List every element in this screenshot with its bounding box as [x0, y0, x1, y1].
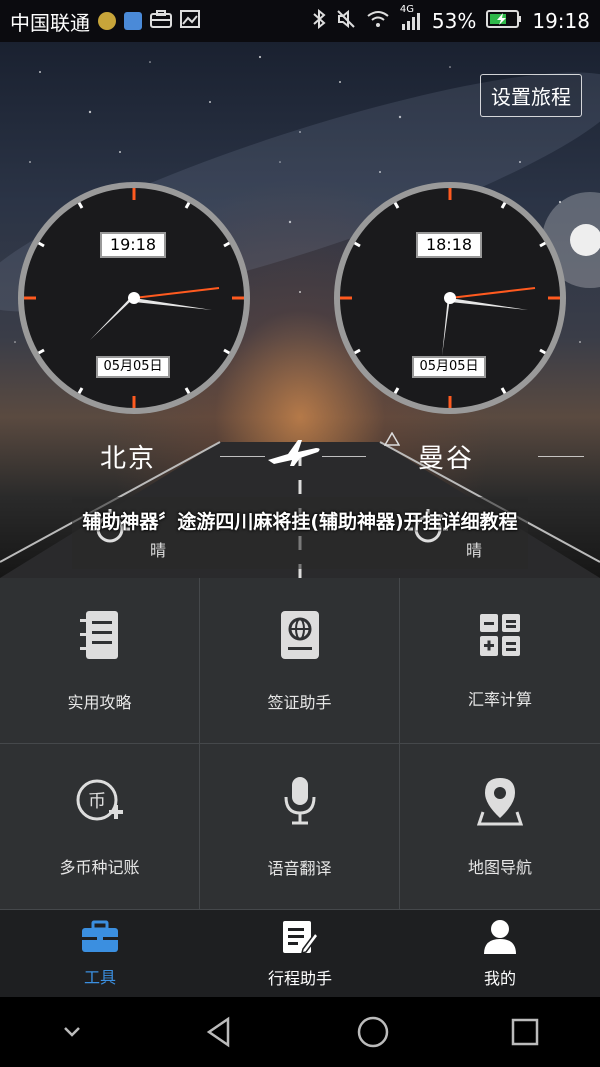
calculator-icon: [480, 613, 520, 656]
digital-time-beijing: 19:18: [100, 232, 166, 258]
status-bar: 中国联通 4G 53% 19:18: [0, 0, 600, 42]
tab-label: 行程助手: [267, 968, 332, 988]
edit-note-icon: [283, 920, 319, 954]
clock-face-icon: [334, 182, 566, 414]
system-navigation-bar: [0, 997, 600, 1067]
tool-label: 语音翻译: [267, 858, 332, 878]
hero-background: 设置旅程 19:18 05月05日 18:18 05月05日 北京 曼谷 晴 晴…: [0, 42, 600, 578]
city-destination: 曼谷: [418, 444, 475, 474]
tool-label: 多币种记账: [59, 857, 140, 877]
microphone-icon: [284, 776, 315, 824]
map-pin-icon: [477, 777, 523, 825]
clock-beijing: 19:18 05月05日: [16, 180, 252, 416]
app-notification-icon: [98, 12, 116, 30]
tool-label: 实用攻略: [67, 692, 132, 712]
home-icon[interactable]: [356, 1015, 390, 1049]
set-itinerary-button[interactable]: 设置旅程: [480, 74, 582, 117]
overlay-caption: 辅助神器〞途游四川麻将挂(辅助神器)开挂详细教程: [82, 511, 518, 533]
notebook-icon: [79, 610, 118, 659]
tool-grid: 实用攻略 签证助手 汇率计算 币 多币种记账 语音翻译 地图导航: [0, 578, 600, 910]
briefcase-notification-icon: [150, 9, 172, 33]
passport-icon: [280, 610, 319, 659]
tool-label: 汇率计算: [467, 689, 532, 709]
network-type-label: 4G: [399, 4, 415, 15]
clock-time: 19:18: [532, 9, 590, 33]
battery-icon: [486, 9, 522, 33]
currency-add-icon: 币: [76, 779, 123, 820]
collapse-chevron-icon[interactable]: [60, 1024, 84, 1040]
battery-percent: 53%: [431, 9, 477, 33]
svg-text:币: 币: [88, 791, 106, 812]
divider: [538, 456, 584, 457]
recent-apps-icon[interactable]: [510, 1017, 540, 1047]
wifi-icon: [366, 9, 390, 33]
image-notification-icon: [180, 9, 200, 33]
user-icon: [484, 919, 516, 954]
signal-icon: 4G: [400, 4, 422, 30]
digital-time-bangkok: 18:18: [416, 232, 482, 258]
message-notification-icon: [124, 12, 142, 30]
date-bangkok: 05月05日: [412, 356, 486, 378]
tool-map-navigation[interactable]: 地图导航: [400, 744, 600, 910]
clock-bangkok: 18:18 05月05日: [332, 180, 568, 416]
tab-itinerary[interactable]: 行程助手: [200, 910, 400, 997]
bluetooth-icon: [312, 8, 326, 34]
weather-beijing: 晴: [150, 541, 167, 560]
weather-bangkok: 晴: [466, 541, 483, 560]
airplane-icon: [268, 440, 320, 466]
tool-exchange-rate[interactable]: 汇率计算: [400, 578, 600, 744]
tab-profile[interactable]: 我的: [400, 910, 600, 997]
tool-visa[interactable]: 签证助手: [200, 578, 400, 744]
bottom-tab-bar: 工具 行程助手 我的: [0, 910, 600, 997]
divider: [322, 456, 366, 457]
tab-label: 我的: [483, 968, 516, 988]
tool-multi-currency[interactable]: 币 多币种记账: [0, 744, 200, 910]
tab-label: 工具: [83, 967, 116, 987]
tool-label: 签证助手: [267, 692, 332, 712]
back-icon[interactable]: [204, 1016, 236, 1048]
tool-voice-translate[interactable]: 语音翻译: [200, 744, 400, 910]
tab-tools[interactable]: 工具: [0, 910, 200, 997]
divider: [220, 456, 265, 457]
date-beijing: 05月05日: [96, 356, 170, 378]
tool-label: 地图导航: [467, 857, 532, 877]
tool-guide[interactable]: 实用攻略: [0, 578, 200, 744]
briefcase-icon: [82, 920, 118, 952]
mute-icon: [336, 9, 356, 34]
city-origin: 北京: [100, 444, 157, 474]
carrier-label: 中国联通: [10, 10, 90, 35]
warning-sign-icon: [384, 432, 400, 446]
clock-face-icon: [18, 182, 250, 414]
